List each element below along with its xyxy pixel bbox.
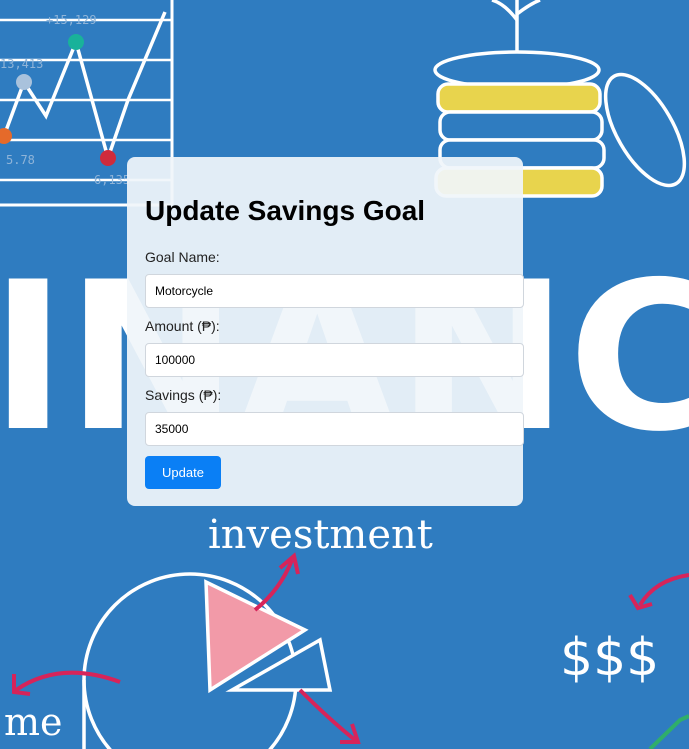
goal-name-input[interactable]: [145, 274, 524, 308]
investment-word: investment: [208, 512, 433, 558]
update-button[interactable]: Update: [145, 456, 221, 489]
amount-input[interactable]: [145, 343, 524, 377]
me-word: me: [4, 700, 63, 744]
chart-label-2: 13,413: [0, 57, 43, 71]
savings-label: Savings (₱):: [145, 387, 222, 403]
chart-point-grey: [16, 74, 32, 90]
pie-chart-illustration: [82, 572, 333, 749]
savings-input[interactable]: [145, 412, 524, 446]
dollar-signs: $$$: [560, 628, 659, 688]
chart-label-3: 5.78: [6, 153, 35, 167]
page-title: Update Savings Goal: [145, 195, 426, 226]
chart-point-red: [100, 150, 116, 166]
goal-name-label: Goal Name:: [145, 249, 220, 265]
chart-point-teal: [68, 34, 84, 50]
green-arrow: [648, 714, 689, 749]
chart-label-1: +15,129: [46, 13, 97, 27]
update-goal-panel: Update Savings Goal Goal Name: Amount (₱…: [127, 157, 524, 506]
chart-label-4: 6,135: [94, 173, 130, 187]
chart-point-orange: [0, 128, 12, 144]
amount-label: Amount (₱):: [145, 318, 220, 334]
